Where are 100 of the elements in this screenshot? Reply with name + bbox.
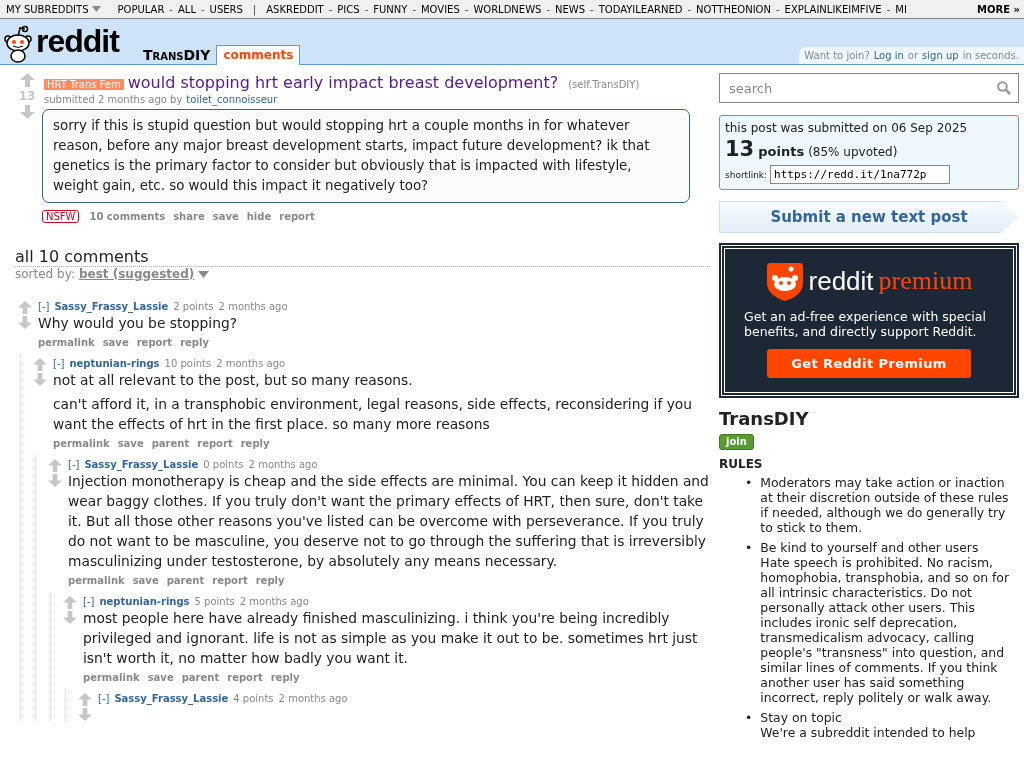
subreddit-link[interactable]: POPULAR bbox=[117, 3, 165, 15]
separator: - bbox=[687, 3, 692, 15]
comment-action-link[interactable]: save bbox=[102, 337, 129, 348]
comment-action-link[interactable]: parent bbox=[166, 575, 205, 586]
comment-text: most people here have already finished masculinizing. i think you're being incredibly privileged and ignorant. life is not as simple as you make it out to be. sometimes hrt just isn't worth it, no matter how badly you want it. bbox=[83, 609, 699, 668]
comment-text: can't afford it, in a transphobic environment, legal reasons, side effects, reconsidering if you want the effects of hrt in the first place. so many more reasons bbox=[53, 395, 693, 434]
post-action-link[interactable]: hide bbox=[246, 211, 272, 222]
comment-action-link[interactable]: permalink bbox=[83, 672, 140, 683]
subreddit-link[interactable]: PICS bbox=[337, 3, 360, 15]
caret-icon bbox=[198, 270, 210, 278]
subreddit-link[interactable]: EXPLAINLIKEIMFIVE bbox=[784, 3, 882, 15]
premium-description: Get an ad-free experience with special benefits, and directly support Reddit. bbox=[744, 309, 987, 339]
collapse-toggle[interactable]: [-] bbox=[98, 693, 110, 704]
caret-icon bbox=[91, 6, 101, 12]
points-number: 13 bbox=[725, 137, 755, 161]
sort-label: sorted by: bbox=[15, 267, 75, 281]
post-action-link[interactable]: report bbox=[279, 211, 315, 222]
comment-time: 2 months ago bbox=[248, 459, 318, 470]
comment-author[interactable]: Sassy_Frassy_Lassie bbox=[114, 693, 229, 704]
post-author[interactable]: toilet_connoisseur bbox=[186, 94, 278, 105]
comment-action-link[interactable]: reply bbox=[270, 672, 300, 683]
post-action-link[interactable]: 10 comments bbox=[89, 211, 166, 222]
comment-score: 4 points bbox=[233, 693, 274, 704]
comment-author[interactable]: neptunian-rings bbox=[69, 358, 160, 369]
separator: - bbox=[464, 3, 469, 15]
submit-post-button[interactable]: Submit a new text post bbox=[719, 201, 1019, 233]
upvote-icon[interactable] bbox=[19, 73, 35, 87]
comment-action-link[interactable]: save bbox=[147, 672, 174, 683]
comment-author[interactable]: Sassy_Frassy_Lassie bbox=[84, 459, 199, 470]
collapse-toggle[interactable]: [-] bbox=[38, 301, 50, 312]
separator: - bbox=[775, 3, 780, 15]
more-link[interactable]: MORE » bbox=[977, 3, 1020, 15]
comment-action-link[interactable]: save bbox=[117, 438, 144, 449]
post-action-link[interactable]: share bbox=[173, 211, 205, 222]
downvote-icon[interactable] bbox=[78, 708, 92, 721]
downvote-icon[interactable] bbox=[33, 373, 47, 386]
post-domain[interactable]: (self.TransDIY) bbox=[568, 79, 640, 90]
subreddit-link[interactable]: NEWS bbox=[555, 3, 586, 15]
downvote-icon[interactable] bbox=[63, 611, 77, 624]
upvote-icon[interactable] bbox=[33, 358, 47, 371]
separator: - bbox=[169, 3, 173, 15]
collapse-toggle[interactable]: [-] bbox=[83, 596, 95, 607]
shortlink-label: shortlink: bbox=[725, 169, 768, 180]
comment-action-link[interactable]: report bbox=[197, 438, 233, 449]
tab[interactable]: comments bbox=[216, 45, 301, 65]
comment-action-link[interactable]: permalink bbox=[38, 337, 95, 348]
comment-action-link[interactable]: reply bbox=[180, 337, 209, 348]
premium-brand: reddit bbox=[808, 265, 874, 297]
upvote-icon[interactable] bbox=[48, 459, 62, 472]
join-button[interactable]: join bbox=[719, 434, 754, 450]
comment-time: 2 months ago bbox=[239, 596, 309, 607]
comment-action-link[interactable]: permalink bbox=[53, 438, 110, 449]
rule-text: Moderators may take action or inaction at their discretion outside of these rules if needed, although we do generally try to stick to them. bbox=[760, 475, 1010, 535]
upvote-icon[interactable] bbox=[78, 693, 92, 706]
upvote-icon[interactable] bbox=[18, 301, 32, 314]
prompt-text: or bbox=[907, 50, 919, 61]
shortlink-field[interactable]: https://redd.it/1na772p bbox=[770, 165, 951, 184]
get-premium-button[interactable]: Get Reddit Premium bbox=[767, 349, 971, 378]
comment-action-link[interactable]: parent bbox=[181, 672, 220, 683]
search-icon[interactable] bbox=[997, 81, 1011, 95]
subreddit-link[interactable]: ASKREDDIT bbox=[266, 3, 324, 15]
subreddit-link[interactable]: FUNNY bbox=[373, 3, 408, 15]
comment-text: Why would you be stopping? bbox=[38, 314, 238, 333]
login-link[interactable]: Log in bbox=[873, 50, 904, 61]
comment-action-link[interactable]: permalink bbox=[68, 575, 125, 586]
subreddit-link[interactable]: NOTTHEONION bbox=[696, 3, 771, 15]
comment-author[interactable]: neptunian-rings bbox=[99, 596, 190, 607]
subreddit-link[interactable]: TODAYILEARNED bbox=[598, 3, 683, 15]
collapse-toggle[interactable]: [-] bbox=[53, 358, 65, 369]
sort-dropdown[interactable]: best (suggested) bbox=[78, 267, 195, 281]
subreddit-name[interactable]: TransDIY bbox=[142, 47, 211, 63]
post-title[interactable]: would stopping hrt early impact breast development? bbox=[127, 73, 559, 92]
post-action-link[interactable]: save bbox=[212, 211, 239, 222]
reddit-logo[interactable]: reddit bbox=[36, 23, 119, 60]
downvote-icon[interactable] bbox=[19, 105, 35, 119]
comment-time: 2 months ago bbox=[216, 358, 286, 369]
subreddit-link[interactable]: MI bbox=[895, 3, 907, 15]
comment-action-link[interactable]: report bbox=[136, 337, 173, 348]
separator: - bbox=[590, 3, 594, 15]
comment-action-link[interactable]: parent bbox=[151, 438, 190, 449]
comment-action-link[interactable]: report bbox=[212, 575, 248, 586]
rule-text: We're a subreddit intended to help bbox=[760, 725, 976, 740]
search-field[interactable]: search bbox=[719, 73, 1019, 103]
subreddit-link[interactable]: MOVIES bbox=[421, 3, 460, 15]
downvote-icon[interactable] bbox=[18, 316, 32, 329]
subreddit-link[interactable]: WORLDNEWS bbox=[473, 3, 542, 15]
comment-action-link[interactable]: save bbox=[132, 575, 159, 586]
collapse-toggle[interactable]: [-] bbox=[68, 459, 80, 470]
subreddit-link[interactable]: USERS bbox=[209, 3, 243, 15]
subreddits-menu[interactable]: MY SUBREDDITS bbox=[6, 3, 101, 15]
comment-author[interactable]: Sassy_Frassy_Lassie bbox=[54, 301, 169, 312]
upvote-icon[interactable] bbox=[63, 596, 77, 609]
subreddit-link[interactable]: ALL bbox=[177, 3, 196, 15]
comment-action-link[interactable]: reply bbox=[240, 438, 270, 449]
comment-action-link[interactable]: report bbox=[227, 672, 263, 683]
rule-title: Be kind to yourself and other users bbox=[760, 540, 980, 555]
signup-link[interactable]: sign up bbox=[922, 50, 959, 61]
comment-action-link[interactable]: reply bbox=[255, 575, 285, 586]
downvote-icon[interactable] bbox=[48, 474, 62, 487]
alien-mascot-icon bbox=[3, 24, 33, 63]
